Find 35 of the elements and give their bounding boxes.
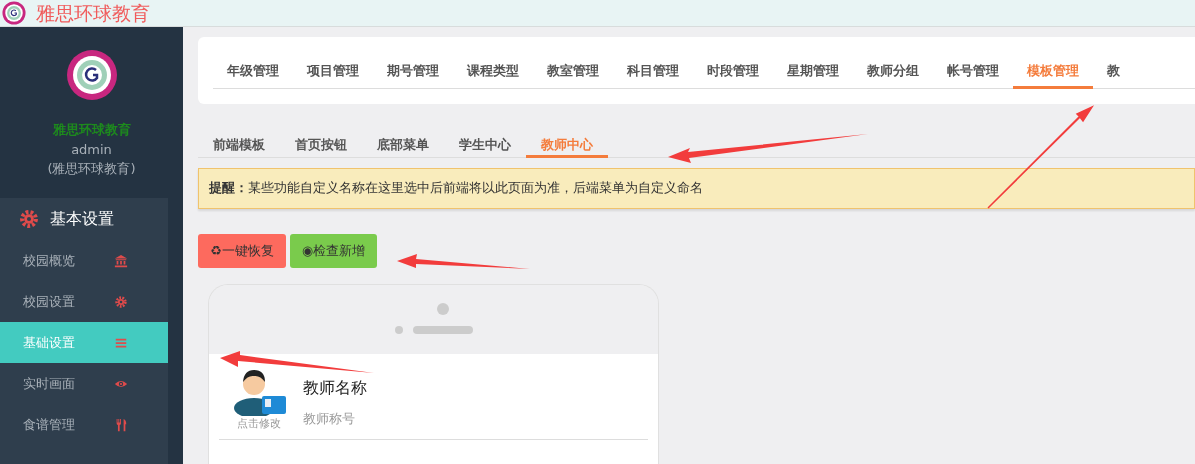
tab[interactable]: 帐号管理 <box>933 57 1013 89</box>
sidebar-item[interactable]: 校园设置 <box>0 281 168 322</box>
sub-tab[interactable]: 学生中心 <box>444 130 526 158</box>
restore-button[interactable]: ♻一键恢复 <box>198 234 286 268</box>
sub-tab[interactable]: 首页按钮 <box>280 130 362 158</box>
gear-icon <box>18 208 40 230</box>
teacher-name: 教师名称 <box>303 378 367 399</box>
menu-group-label: 基本设置 <box>50 208 114 230</box>
tab[interactable]: 星期管理 <box>773 57 853 89</box>
alert-message: 提醒：某些功能自定义名称在这里选中后前端将以此页面为准，后端菜单为自定义命名 <box>198 168 1195 209</box>
tab[interactable]: 科目管理 <box>613 57 693 89</box>
tab[interactable]: 课程类型 <box>453 57 533 89</box>
tab[interactable]: 项目管理 <box>293 57 373 89</box>
school-logo <box>65 49 118 101</box>
bank-icon <box>114 253 128 268</box>
sub-tab[interactable]: 前端模板 <box>198 130 280 158</box>
tab[interactable]: 教室管理 <box>533 57 613 89</box>
sidebar-item[interactable]: 实时画面 <box>0 363 168 404</box>
user-organization: (雅思环球教育) <box>47 160 136 178</box>
teacher-title: 教师称号 <box>303 411 356 428</box>
app-title: 雅思环球教育 <box>36 2 150 24</box>
sidebar-item[interactable]: 食谱管理 <box>0 404 168 445</box>
sub-tab[interactable]: 底部菜单 <box>362 130 444 158</box>
sidebar-item[interactable]: 校园概览 <box>0 240 168 281</box>
user-name: admin <box>71 142 112 157</box>
gear-icon <box>114 294 128 309</box>
school-name: 雅思环球教育 <box>52 121 131 139</box>
cutlery-icon <box>114 417 128 432</box>
tab[interactable]: 时段管理 <box>693 57 773 89</box>
tab[interactable]: 教 <box>1093 57 1134 89</box>
school-logo <box>2 1 26 25</box>
tab[interactable]: 教师分组 <box>853 57 933 89</box>
tab[interactable]: 期号管理 <box>373 57 453 89</box>
check-button[interactable]: ◉检查新增 <box>289 234 377 268</box>
tab[interactable]: 年级管理 <box>213 57 293 89</box>
